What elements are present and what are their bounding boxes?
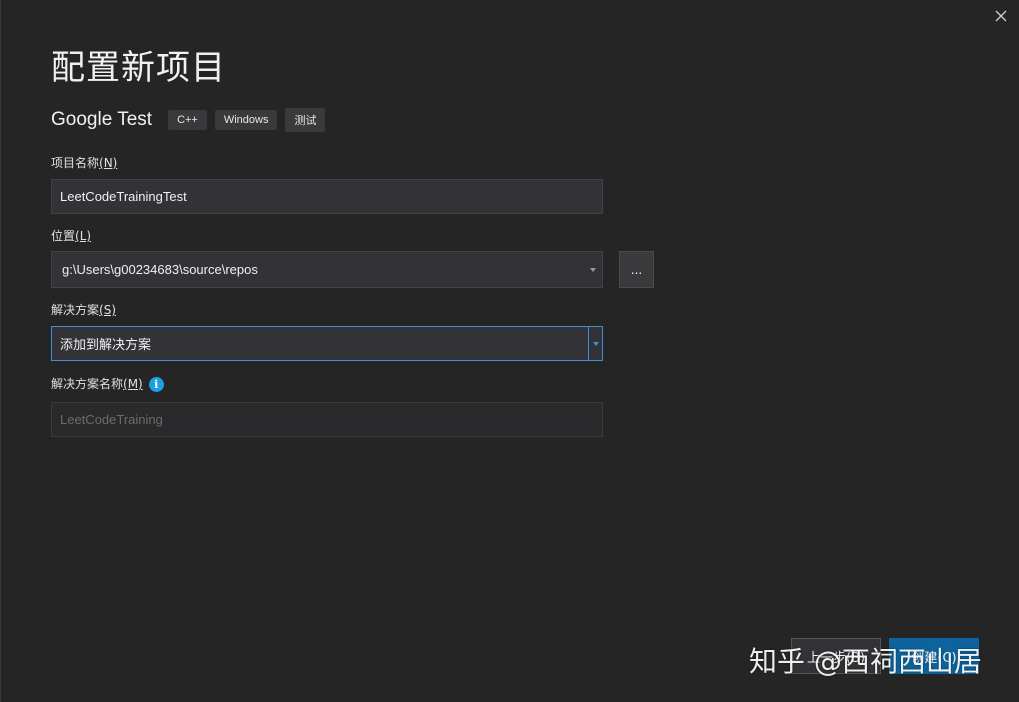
chevron-down-icon[interactable] <box>590 267 596 272</box>
tag-platform: Windows <box>214 110 278 130</box>
solution-name-value: LeetCodeTraining <box>60 412 163 427</box>
solution-name-label: 解决方案名称(M) i <box>51 375 164 392</box>
solution-label: 解决方案(S) <box>51 303 116 317</box>
chevron-down-icon <box>593 341 599 346</box>
tag-project-type: 测试 <box>285 108 326 132</box>
template-info: Google Test C++ Windows 测试 <box>51 108 333 132</box>
info-icon[interactable]: i <box>148 377 164 392</box>
dropdown-toggle[interactable] <box>588 327 602 360</box>
location-label: 位置(L) <box>51 229 92 243</box>
location-combobox[interactable]: g:\Users\g00234683\source\repos <box>51 251 603 288</box>
page-title: 配置新项目 <box>51 48 226 88</box>
create-button[interactable]: 创建(C) <box>889 638 979 674</box>
close-icon <box>995 10 1007 22</box>
close-button[interactable] <box>991 6 1011 26</box>
browse-button[interactable]: ... <box>619 251 654 288</box>
location-value: g:\Users\g00234683\source\repos <box>62 262 258 277</box>
configure-project-dialog: 配置新项目 Google Test C++ Windows 测试 项目名称(N)… <box>0 0 1019 702</box>
project-name-input[interactable]: LeetCodeTrainingTest <box>51 179 603 214</box>
project-name-value: LeetCodeTrainingTest <box>60 189 187 204</box>
back-button[interactable]: 上一步(B) <box>791 638 881 674</box>
solution-dropdown[interactable]: 添加到解决方案 <box>51 326 603 361</box>
template-name: Google Test <box>51 109 153 130</box>
project-name-label: 项目名称(N) <box>51 156 118 170</box>
solution-name-input: LeetCodeTraining <box>51 402 603 437</box>
tag-language: C++ <box>168 110 207 130</box>
solution-value: 添加到解决方案 <box>60 337 152 352</box>
